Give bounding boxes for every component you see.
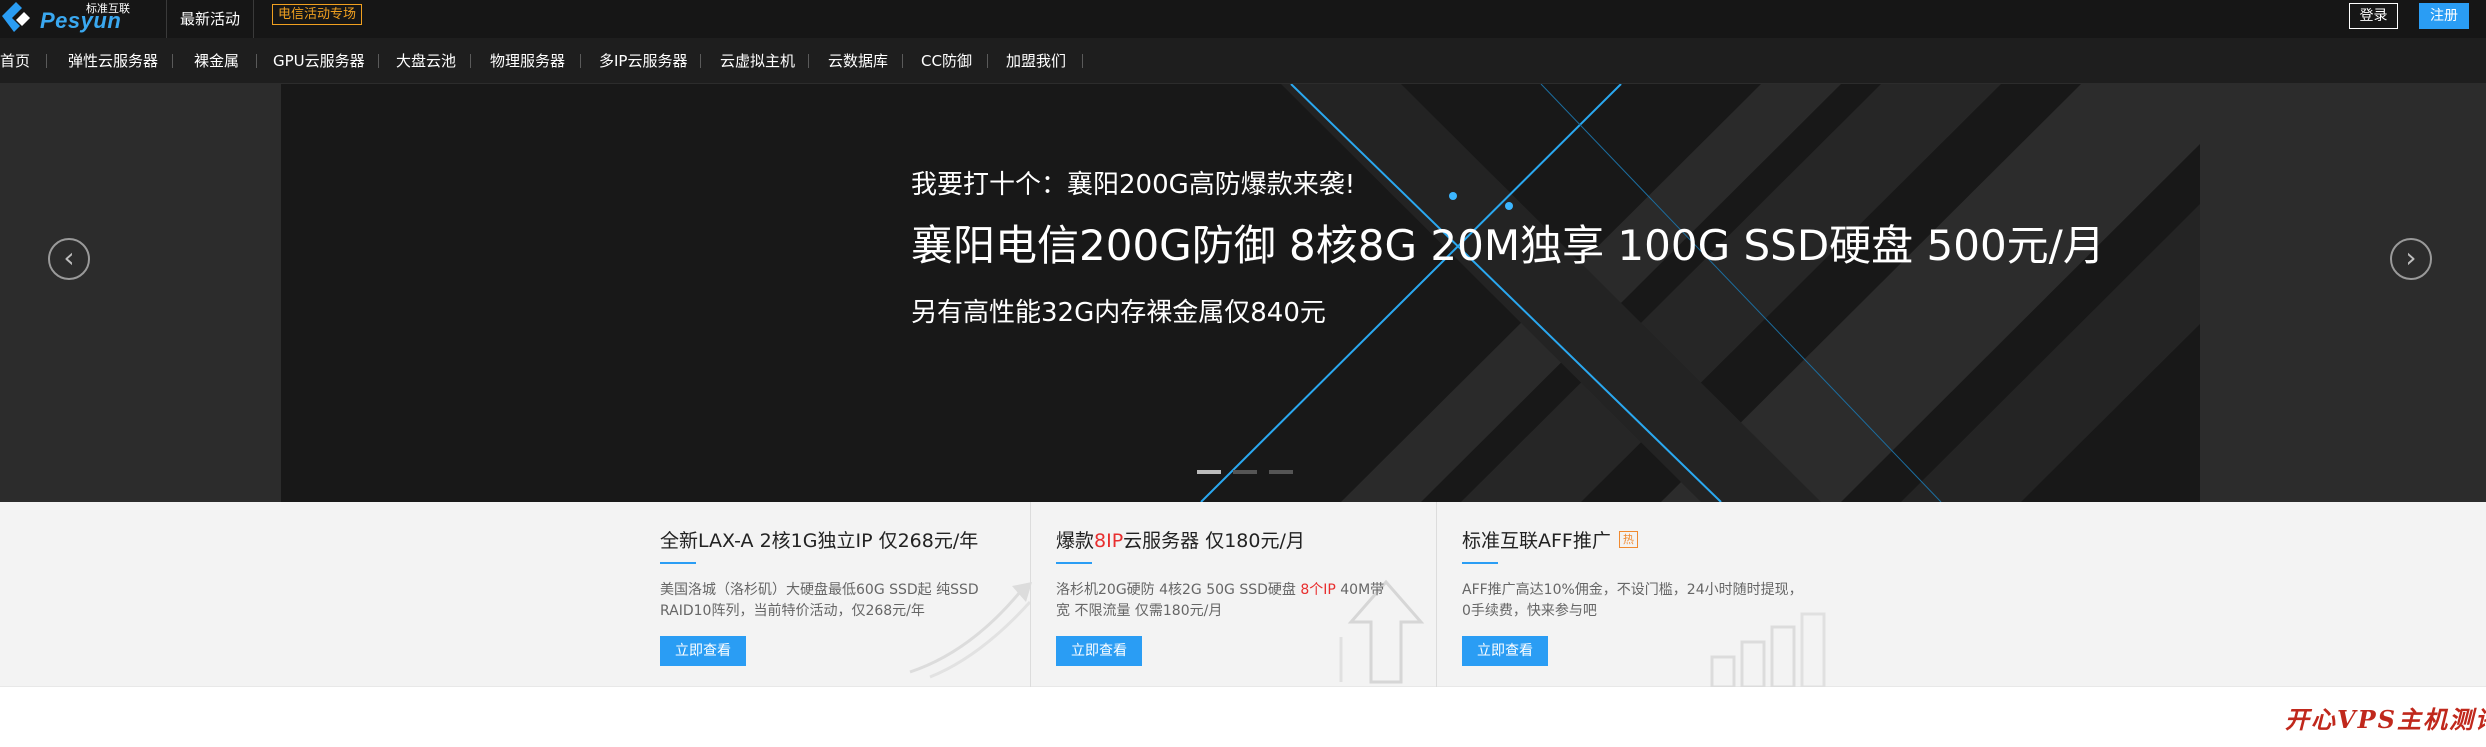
nav-item-gpu[interactable]: GPU云服务器 bbox=[273, 50, 365, 71]
bar-graphic-icon bbox=[1710, 612, 1826, 687]
feature-underline bbox=[1056, 562, 1092, 564]
nav-item-database[interactable]: 云数据库 bbox=[828, 50, 888, 71]
banner-subheadline: 另有高性能32G内存裸金属仅840元 bbox=[911, 298, 1326, 328]
nav-item-join-us[interactable]: 加盟我们 bbox=[1006, 50, 1066, 71]
feature-desc-prefix: 洛杉机20G硬防 4核2G 50G SSD硬盘 bbox=[1056, 582, 1301, 598]
feature-card-lax: 全新LAX-A 2核1G独立IP 仅268元/年 美国洛城（洛杉矶）大硬盘最低6… bbox=[660, 502, 1032, 687]
register-button[interactable]: 注册 bbox=[2419, 3, 2469, 29]
nav-item-home[interactable]: 首页 bbox=[0, 50, 30, 71]
feature-divider bbox=[1436, 502, 1437, 687]
top-divider bbox=[253, 0, 254, 38]
slide-dot-2[interactable] bbox=[1233, 470, 1257, 474]
latest-activity-link[interactable]: 最新活动 bbox=[180, 8, 240, 29]
feature-title: 爆款8IP云服务器 仅180元/月 bbox=[1056, 526, 1305, 553]
nav-separator bbox=[580, 54, 581, 68]
feature-description: 洛杉机20G硬防 4核2G 50G SSD硬盘 8个IP 40M带宽 不限流量 … bbox=[1056, 580, 1386, 622]
next-slide-icon[interactable]: › bbox=[2390, 238, 2432, 280]
banner-side-right bbox=[2200, 84, 2486, 502]
feature-title-prefix: 爆款 bbox=[1056, 530, 1095, 552]
banner-headline-small: 我要打十个：襄阳200G高防爆款来袭! bbox=[911, 170, 1356, 200]
telecom-activity-tag[interactable]: 电信活动专场 bbox=[272, 4, 363, 25]
feature-card-aff: 标准互联AFF推广热 AFF推广高达10%佣金，不设门槛，24小时随时提现，0手… bbox=[1462, 502, 1842, 687]
feature-title-highlight: 8IP bbox=[1094, 530, 1124, 552]
top-divider bbox=[166, 0, 167, 38]
feature-strip: 全新LAX-A 2核1G独立IP 仅268元/年 美国洛城（洛杉矶）大硬盘最低6… bbox=[0, 502, 2486, 687]
nav-item-cc-defense[interactable]: CC防御 bbox=[921, 50, 972, 71]
login-button[interactable]: 登录 bbox=[2349, 3, 2398, 29]
view-now-button[interactable]: 立即查看 bbox=[1056, 636, 1142, 666]
banner-side-left bbox=[0, 84, 281, 502]
nav-item-physical[interactable]: 物理服务器 bbox=[490, 50, 565, 71]
feature-title-suffix: 云服务器 仅180元/月 bbox=[1123, 530, 1305, 552]
feature-title: 标准互联AFF推广热 bbox=[1462, 526, 1638, 553]
nav-separator bbox=[808, 54, 809, 68]
view-now-button[interactable]: 立即查看 bbox=[1462, 636, 1548, 666]
logo[interactable]: Pesyun 标准互联 bbox=[0, 0, 165, 38]
feature-title-text: 标准互联AFF推广 bbox=[1462, 530, 1611, 552]
feature-card-8ip: 爆款8IP云服务器 仅180元/月 洛杉机20G硬防 4核2G 50G SSD硬… bbox=[1056, 502, 1436, 687]
hot-badge: 热 bbox=[1618, 531, 1638, 548]
banner-headline-main: 襄阳电信200G防御 8核8G 20M独享 100G SSD硬盘 500元/月 bbox=[911, 221, 2105, 270]
slide-dot-3[interactable] bbox=[1269, 470, 1293, 474]
feature-description: 美国洛城（洛杉矶）大硬盘最低60G SSD起 纯SSD RAID10阵列，当前特… bbox=[660, 582, 979, 619]
nav-item-virtual-host[interactable]: 云虚拟主机 bbox=[720, 50, 795, 71]
top-bar: Pesyun 标准互联 最新活动 电信活动专场 登录 注册 bbox=[0, 0, 2486, 38]
main-nav: 首页 弹性云服务器 裸金属 GPU云服务器 大盘云池 物理服务器 多IP云服务器… bbox=[0, 38, 2486, 84]
feature-underline bbox=[660, 562, 696, 564]
logo-subtitle: 标准互联 bbox=[86, 2, 130, 15]
nav-separator bbox=[378, 54, 379, 68]
nav-separator bbox=[470, 54, 471, 68]
prev-slide-icon[interactable]: ‹ bbox=[48, 238, 90, 280]
feature-desc-highlight: 8个IP bbox=[1300, 582, 1336, 598]
watermark: 开心VPS主机测评 bbox=[2285, 705, 2486, 734]
nav-separator bbox=[902, 54, 903, 68]
nav-item-elastic-cloud[interactable]: 弹性云服务器 bbox=[68, 50, 158, 71]
nav-separator bbox=[46, 54, 47, 68]
banner-slide[interactable]: 我要打十个：襄阳200G高防爆款来袭! 襄阳电信200G防御 8核8G 20M独… bbox=[281, 84, 2200, 502]
feature-underline bbox=[1462, 562, 1498, 564]
feature-divider bbox=[1030, 502, 1031, 687]
feature-title: 全新LAX-A 2核1G独立IP 仅268元/年 bbox=[660, 530, 979, 552]
logo-mark-icon bbox=[2, 2, 30, 32]
view-now-button[interactable]: 立即查看 bbox=[660, 636, 746, 666]
hero-banner: 我要打十个：襄阳200G高防爆款来袭! 襄阳电信200G防御 8核8G 20M独… bbox=[0, 84, 2486, 502]
nav-item-cloud-pool[interactable]: 大盘云池 bbox=[396, 50, 456, 71]
nav-item-bare-metal[interactable]: 裸金属 bbox=[194, 50, 239, 71]
nav-separator bbox=[700, 54, 701, 68]
nav-separator bbox=[987, 54, 988, 68]
nav-separator bbox=[256, 54, 257, 68]
slide-dot-1[interactable] bbox=[1197, 470, 1221, 474]
nav-separator bbox=[172, 54, 173, 68]
feature-description: AFF推广高达10%佣金，不设门槛，24小时随时提现，0手续费，快来参与吧 bbox=[1462, 582, 1803, 619]
nav-item-multi-ip[interactable]: 多IP云服务器 bbox=[599, 50, 687, 71]
nav-separator bbox=[1082, 54, 1083, 68]
